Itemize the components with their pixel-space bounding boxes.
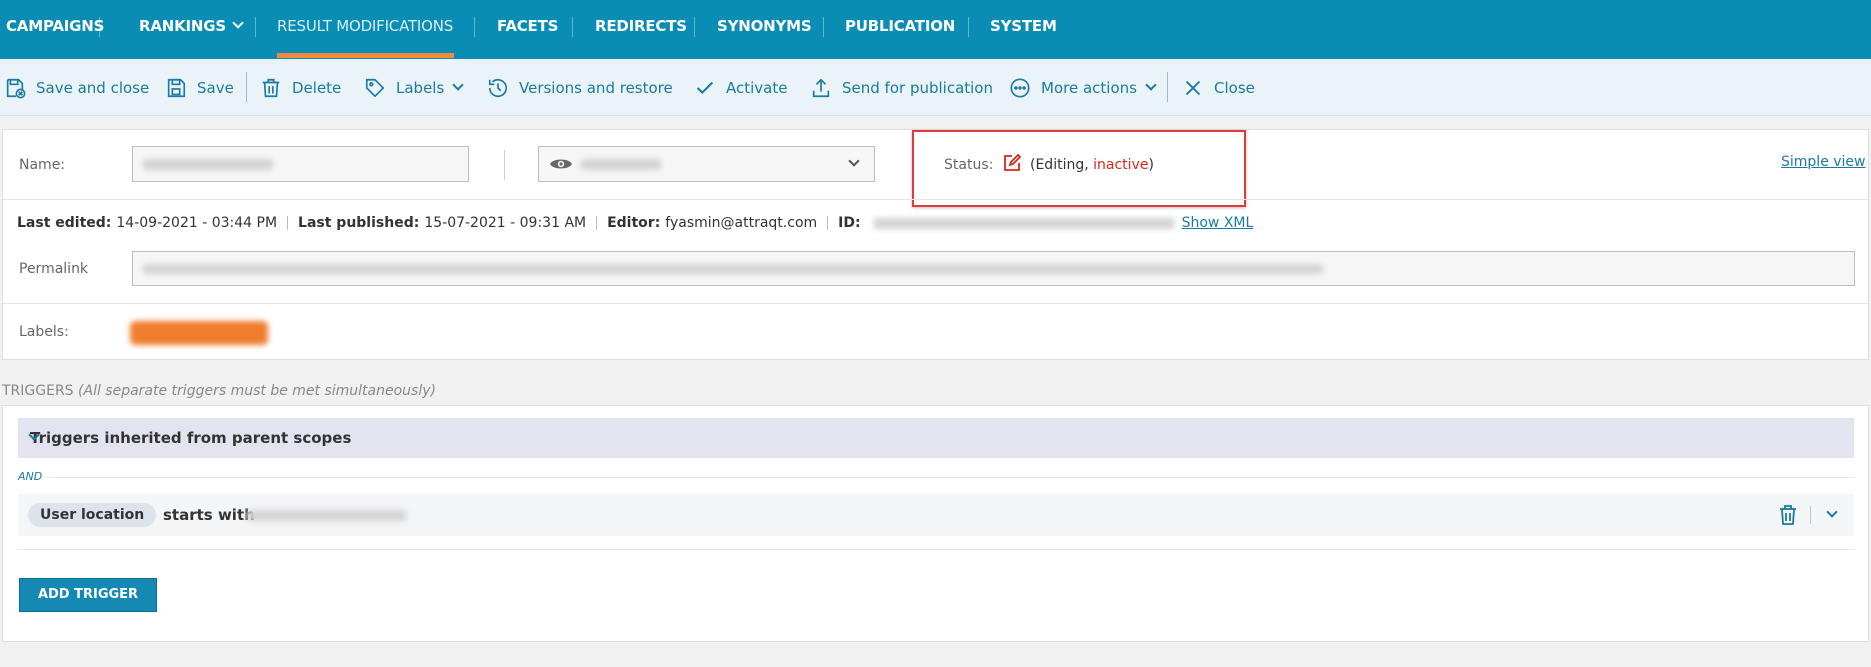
- name-input[interactable]: [132, 146, 469, 182]
- editor-label: Editor:: [607, 215, 661, 231]
- nav-divider: [255, 17, 256, 37]
- checkmark-icon: [696, 81, 714, 94]
- more-icon: [1010, 77, 1030, 98]
- and-divider: [46, 477, 1854, 478]
- delete-button[interactable]: Delete: [260, 59, 341, 116]
- nav-rankings-label: RANKINGS: [139, 17, 226, 35]
- nav-divider: [572, 17, 573, 37]
- condition-operator: starts with: [163, 506, 255, 524]
- close-button[interactable]: Close: [1182, 59, 1255, 116]
- nav-divider: [968, 17, 969, 37]
- label-tag[interactable]: [130, 321, 268, 345]
- nav-rankings[interactable]: RANKINGS: [139, 0, 244, 59]
- redacted-name: [143, 159, 273, 170]
- save-label: Save: [197, 78, 234, 97]
- and-operator: AND: [18, 470, 43, 483]
- versions-and-restore-button[interactable]: Versions and restore: [487, 59, 673, 116]
- editor-value: fyasmin@attraqt.com: [665, 215, 818, 231]
- nav-divider: [823, 17, 824, 37]
- activate-label: Activate: [726, 78, 788, 97]
- save-icon: [167, 78, 186, 97]
- field-divider: [504, 150, 505, 180]
- last-published-label: Last published:: [298, 215, 420, 231]
- send-label: Send for publication: [842, 78, 993, 97]
- save-and-close-label: Save and close: [36, 78, 150, 97]
- meta-divider: [287, 216, 289, 230]
- status-highlight-box: [912, 130, 1246, 207]
- chevron-down-icon: [1145, 78, 1157, 91]
- chevron-down-icon: [848, 155, 860, 167]
- condition-field-pill[interactable]: User location: [28, 503, 157, 527]
- nav-divider: [474, 17, 475, 37]
- toolbar-divider: [1167, 72, 1168, 102]
- chevron-down-icon: [452, 78, 464, 91]
- scope-select[interactable]: [538, 146, 875, 182]
- inherited-triggers-label: Triggers inherited from parent scopes: [30, 429, 352, 447]
- history-icon: [488, 78, 508, 97]
- save-button[interactable]: Save: [165, 59, 234, 116]
- more-actions-label: More actions: [1041, 78, 1137, 97]
- labels-field-label: Labels:: [19, 324, 69, 340]
- action-toolbar: Save and close Save Delete Labels Versio…: [0, 59, 1871, 116]
- triggers-title: TRIGGERS: [2, 383, 74, 399]
- nav-synonyms[interactable]: SYNONYMS: [717, 0, 812, 59]
- permalink-label: Permalink: [19, 261, 89, 277]
- name-label: Name:: [19, 157, 66, 173]
- trigger-condition-row: User location starts with: [18, 494, 1854, 536]
- show-xml-link[interactable]: Show XML: [1182, 215, 1254, 231]
- chevron-down-icon[interactable]: [1826, 506, 1838, 518]
- permalink-field[interactable]: [132, 251, 1855, 286]
- inherited-triggers-header[interactable]: Triggers inherited from parent scopes: [18, 418, 1854, 458]
- nav-divider: [694, 17, 695, 37]
- last-edited-value: 14-09-2021 - 03:44 PM: [116, 215, 278, 231]
- nav-facets[interactable]: FACETS: [497, 0, 558, 59]
- metadata-row: Last edited: 14-09-2021 - 03:44 PM Last …: [17, 215, 1253, 231]
- redacted-condition-value: [246, 510, 406, 521]
- last-published-value: 15-07-2021 - 09:31 AM: [424, 215, 587, 231]
- meta-divider: [827, 216, 829, 230]
- versions-label: Versions and restore: [519, 78, 673, 97]
- close-label: Close: [1214, 78, 1255, 97]
- labels-dropdown[interactable]: Labels: [364, 59, 464, 116]
- nav-redirects[interactable]: REDIRECTS: [595, 0, 687, 59]
- nav-divider: [99, 17, 100, 37]
- divider: [3, 303, 1868, 304]
- activate-button[interactable]: Activate: [694, 59, 787, 116]
- simple-view-link[interactable]: Simple view: [1781, 154, 1866, 170]
- meta-divider: [596, 216, 598, 230]
- triggers-note: (All separate triggers must be met simul…: [78, 383, 436, 399]
- tag-icon: [365, 78, 385, 97]
- upload-icon: [812, 78, 830, 97]
- redacted-id: [873, 217, 1174, 229]
- redacted-permalink: [143, 264, 1323, 274]
- delete-trigger-icon[interactable]: [1778, 504, 1798, 526]
- eye-icon: [550, 159, 572, 169]
- last-edited-label: Last edited:: [17, 215, 112, 231]
- toolbar-divider: [246, 72, 247, 102]
- row-divider: [1810, 506, 1811, 524]
- nav-result-modifications[interactable]: RESULT MODIFICATIONS: [277, 0, 453, 59]
- add-trigger-button[interactable]: ADD TRIGGER: [19, 578, 157, 612]
- divider: [18, 549, 1854, 550]
- send-for-publication-button[interactable]: Send for publication: [810, 59, 993, 116]
- redacted-scope: [581, 159, 661, 170]
- labels-label: Labels: [396, 78, 445, 97]
- save-and-close-button[interactable]: Save and close: [4, 59, 149, 116]
- close-icon: [1185, 80, 1201, 95]
- nav-active-indicator: [277, 53, 454, 58]
- chevron-down-icon: [232, 17, 244, 29]
- delete-label: Delete: [292, 78, 342, 97]
- nav-system[interactable]: SYSTEM: [990, 0, 1057, 59]
- id-label: ID:: [838, 215, 861, 231]
- nav-campaigns[interactable]: CAMPAIGNS: [6, 0, 104, 59]
- triggers-heading: TRIGGERS (All separate triggers must be …: [2, 383, 436, 399]
- divider: [3, 199, 1868, 200]
- more-actions-dropdown[interactable]: More actions: [1009, 59, 1157, 116]
- save-close-icon: [6, 78, 26, 98]
- trash-icon: [262, 78, 280, 97]
- top-navigation: CAMPAIGNS RANKINGS RESULT MODIFICATIONS …: [0, 0, 1871, 59]
- nav-publication[interactable]: PUBLICATION: [845, 0, 955, 59]
